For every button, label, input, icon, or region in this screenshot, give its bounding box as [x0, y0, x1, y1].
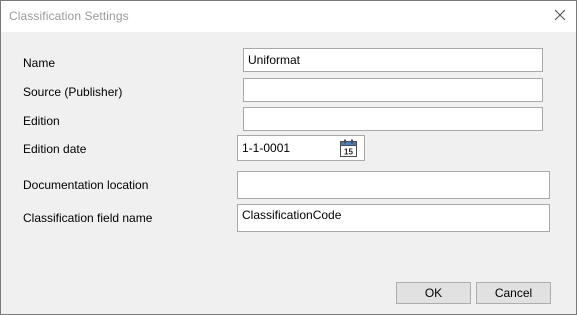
ok-button[interactable]: OK: [396, 282, 471, 304]
cancel-button[interactable]: Cancel: [476, 282, 551, 304]
edition-date-value[interactable]: 1-1-0001: [242, 141, 290, 155]
name-label: Name: [23, 56, 56, 70]
title-bar: Classification Settings: [1, 1, 576, 32]
calendar-icon-day: 15: [344, 148, 353, 157]
calendar-icon[interactable]: 15: [338, 138, 359, 158]
documentation-location-label: Documentation location: [23, 178, 149, 192]
classification-field-name-input[interactable]: ClassificationCode: [237, 204, 550, 232]
source-input[interactable]: [243, 78, 543, 102]
edition-label: Edition: [23, 114, 60, 128]
dialog-title: Classification Settings: [9, 9, 129, 23]
close-icon[interactable]: [552, 7, 568, 23]
edition-date-label: Edition date: [23, 142, 87, 156]
edition-date-picker[interactable]: 1-1-0001 15: [237, 135, 365, 161]
name-input[interactable]: [243, 48, 543, 72]
classification-field-name-label: Classification field name: [23, 211, 153, 225]
documentation-location-input[interactable]: [237, 171, 550, 199]
edition-input[interactable]: [243, 107, 543, 131]
classification-settings-dialog: Classification Settings Name Source (Pub…: [0, 0, 577, 315]
source-label: Source (Publisher): [23, 85, 123, 99]
